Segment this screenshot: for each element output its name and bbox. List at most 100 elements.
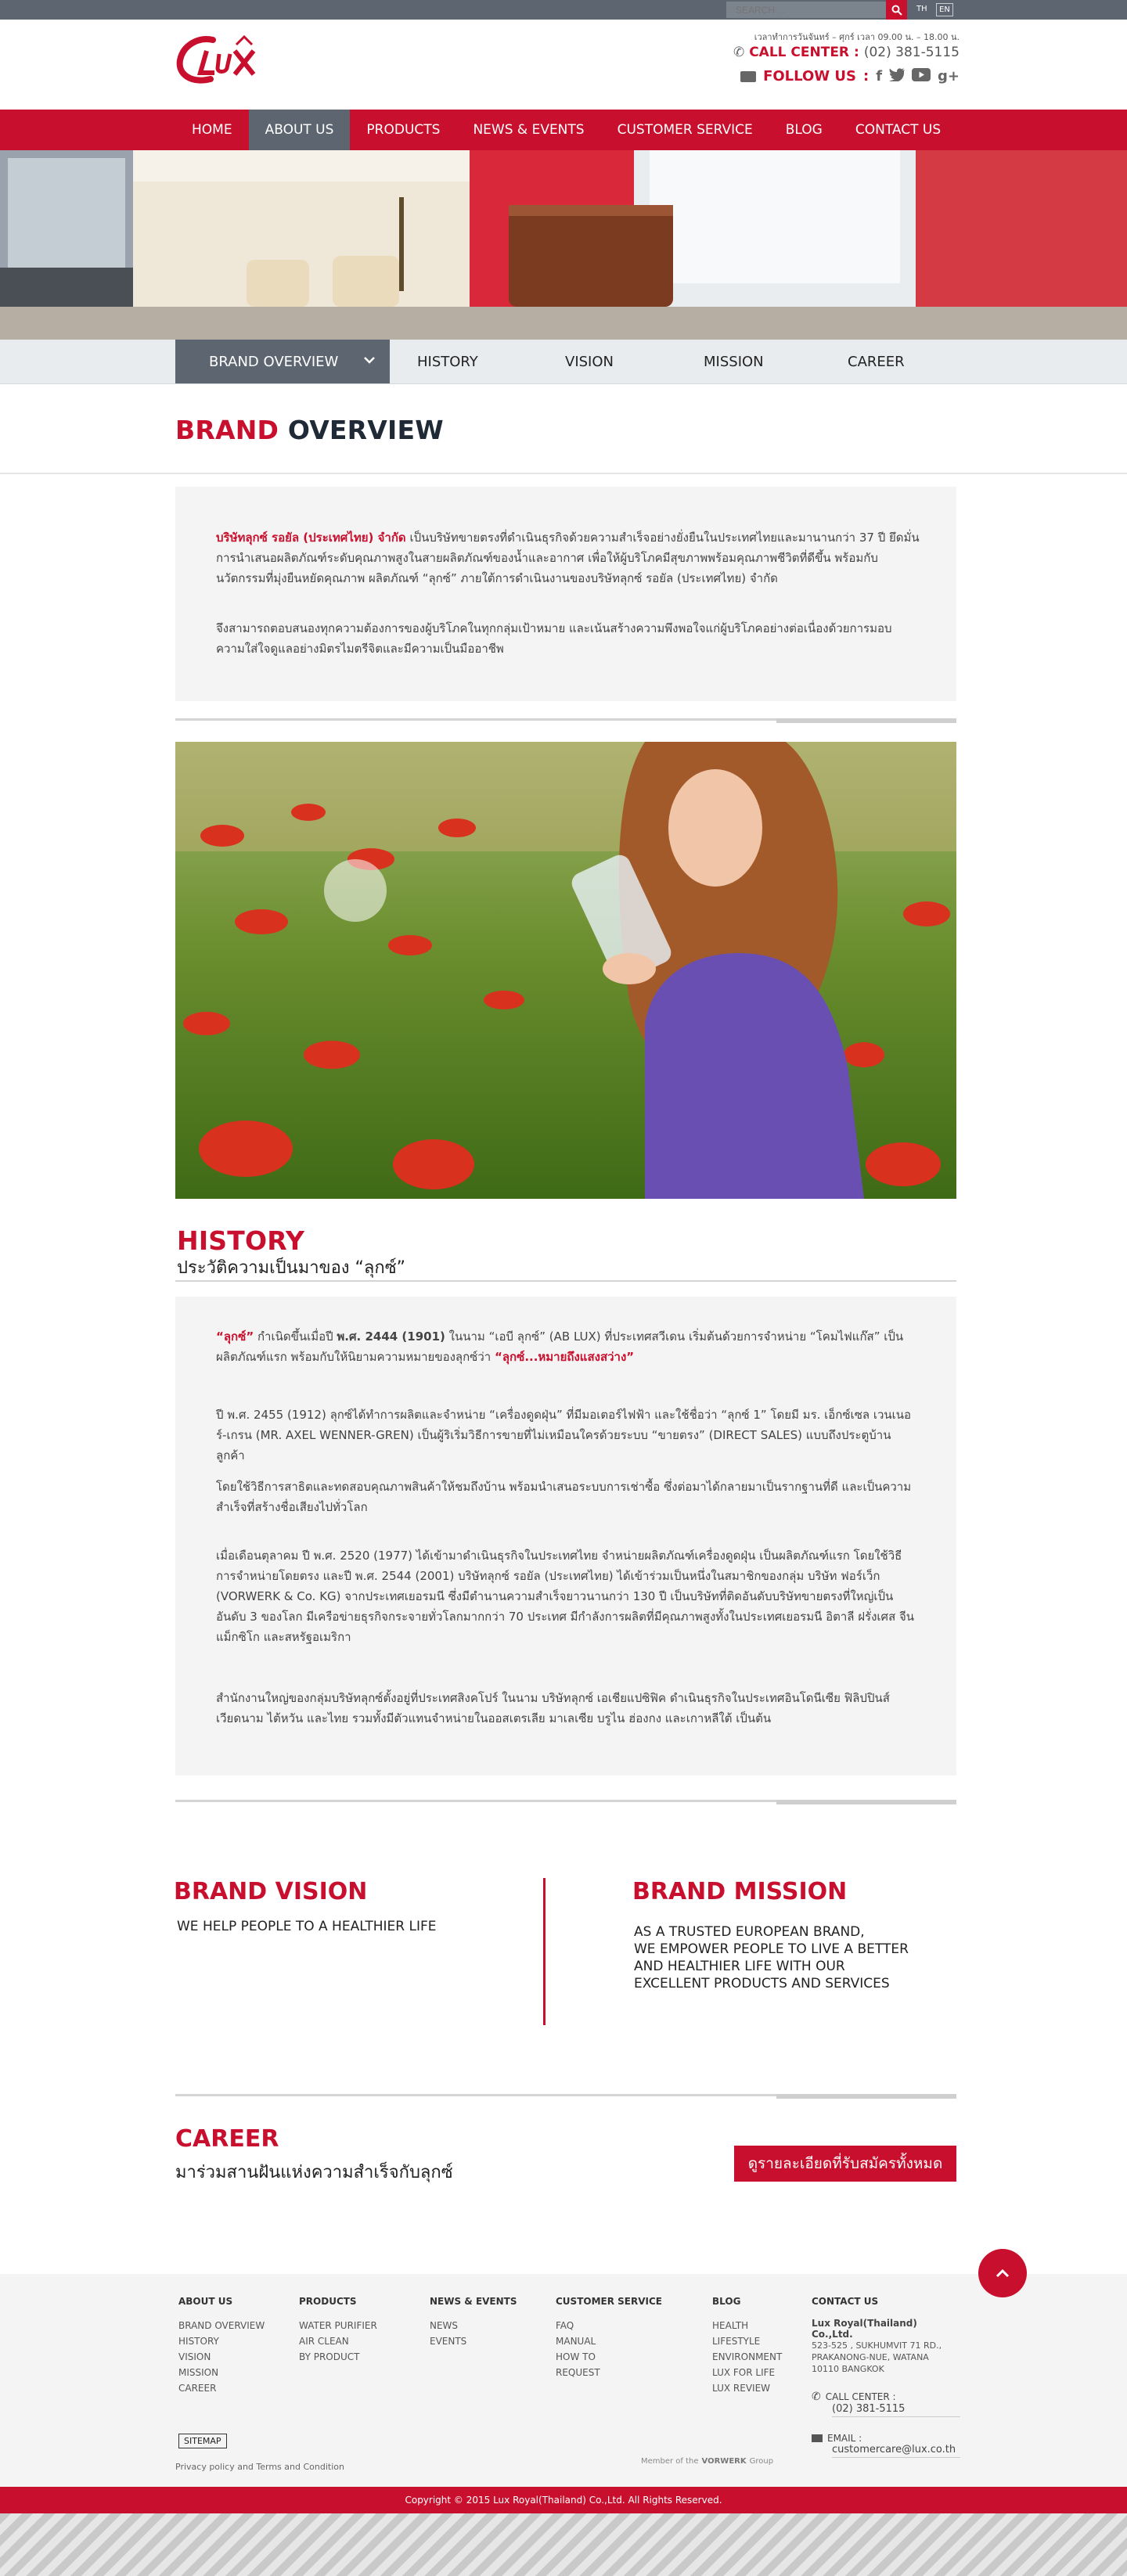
career-subtitle: มาร่วมสานฝันแห่งความสำเร็จกับลุกซ์ [175, 2163, 453, 2182]
youtube-icon[interactable] [912, 68, 931, 85]
footer-link[interactable]: LUX REVIEW [712, 2380, 782, 2396]
footer-link[interactable]: LUX FOR LIFE [712, 2365, 782, 2380]
footer-link[interactable]: MANUAL [556, 2333, 662, 2349]
subnav-mission[interactable]: MISSION [704, 340, 764, 383]
nav-about-us[interactable]: ABOUT US [248, 110, 351, 150]
subnav-brand-overview[interactable]: BRAND OVERVIEW [175, 340, 390, 383]
phone-icon: ✆ [812, 2391, 821, 2403]
footer-link[interactable]: EVENTS [430, 2333, 517, 2349]
footer-head: PRODUCTS [299, 2296, 357, 2307]
lang-th-button[interactable]: TH [914, 3, 930, 16]
overview-paragraph-2: จึงสามารถตอบสนองทุกความต้องการของผู้บริโ… [216, 621, 892, 656]
footer-link[interactable]: WATER PURIFIER [299, 2318, 377, 2333]
vision-mission-divider [543, 1878, 545, 2025]
search-icon [891, 5, 902, 16]
overview-title-dark: OVERVIEW [287, 415, 444, 445]
footer-email: EMAIL : [812, 2433, 960, 2444]
history-p1-b: กำเนิดขึ้นเมื่อปี [257, 1329, 333, 1344]
call-center: ✆ CALL CENTER : (02) 381-5115 [733, 45, 960, 60]
footer-link[interactable]: VISION [178, 2349, 265, 2365]
footer-head: NEWS & EVENTS [430, 2296, 517, 2307]
copyright-text: Copyright © 2015 Lux Royal(Thailand) Co.… [405, 2495, 722, 2506]
footer-link[interactable]: BY PRODUCT [299, 2349, 377, 2365]
vorwerk-member: Member of the VORWERK Group [641, 2457, 773, 2466]
address-line: 10110 BANGKOK [812, 2364, 884, 2374]
history-paragraph-3: โดยใช้วิธีการสาธิตและทดสอบคุณภาพสินค้าให… [216, 1480, 912, 1514]
email-icon [812, 2434, 823, 2442]
address-line: 523-525 , SUKHUMVIT 71 RD., [812, 2340, 942, 2351]
chat-icon [740, 70, 757, 82]
lux-quote: “ลุกซ์” [216, 1329, 254, 1344]
footer-link[interactable]: FAQ [556, 2318, 662, 2333]
top-bar: TH EN [0, 0, 1127, 20]
history-underline [175, 1280, 956, 1282]
subnav-history[interactable]: HISTORY [417, 340, 478, 383]
copyright-bar: Copyright © 2015 Lux Royal(Thailand) Co.… [0, 2487, 1127, 2513]
nav-customer-service[interactable]: CUSTOMER SERVICE [601, 110, 769, 150]
nav-products[interactable]: PRODUCTS [350, 110, 456, 150]
mission-line: AND HEALTHIER LIFE WITH OUR [634, 1959, 845, 1974]
footer-call-number[interactable]: (02) 381-5115 [832, 2403, 960, 2417]
chevron-up-icon [996, 2268, 1010, 2278]
sitemap-button[interactable]: SITEMAP [178, 2434, 227, 2448]
footer-contact: CONTACT US Lux Royal(Thailand) Co.,Ltd. … [812, 2296, 960, 2458]
history-p1-year: พ.ศ. 2444 (1901) [337, 1329, 445, 1344]
history-box: “ลุกซ์” กำเนิดขึ้นเมื่อปี พ.ศ. 2444 (190… [175, 1297, 956, 1775]
lang-en-button[interactable]: EN [936, 3, 953, 16]
vision-title: BRAND VISION [174, 1878, 368, 1905]
subnav-label: BRAND OVERVIEW [209, 353, 339, 370]
lux-logo[interactable] [175, 34, 269, 112]
footer-address: 523-525 , SUKHUMVIT 71 RD., PRAKANONG-NU… [812, 2340, 960, 2375]
search-button[interactable] [886, 0, 907, 20]
footer-col-news: NEWS & EVENTS NEWS EVENTS [430, 2296, 517, 2349]
nav-contact-us[interactable]: CONTACT US [839, 110, 957, 150]
nav-blog[interactable]: BLOG [769, 110, 839, 150]
hero-office-image [0, 150, 1127, 340]
history-paragraph-5: สำนักงานใหญ่ของกลุ่มบริษัทลุกซ์ตั้งอยู่ท… [216, 1691, 890, 1725]
lux-meaning: “ลุกซ์...หมายถึงแสงสว่าง” [495, 1350, 635, 1364]
footer-email-address[interactable]: customercare@lux.co.th [832, 2444, 960, 2458]
footer-link[interactable]: LIFESTYLE [712, 2333, 782, 2349]
subnav-career[interactable]: CAREER [848, 340, 905, 383]
facebook-icon[interactable]: f [876, 68, 882, 85]
footer-col-service: CUSTOMER SERVICE FAQ MANUAL HOW TO REQUE… [556, 2296, 662, 2380]
vision-text: WE HELP PEOPLE TO A HEALTHIER LIFE [177, 1919, 437, 1934]
twitter-icon[interactable] [889, 68, 906, 85]
footer-company: Lux Royal(Thailand) Co.,Ltd. [812, 2318, 917, 2340]
footer-link[interactable]: NEWS [430, 2318, 517, 2333]
history-paragraph-1: “ลุกซ์” กำเนิดขึ้นเมื่อปี พ.ศ. 2444 (190… [216, 1326, 917, 1367]
footer-head: CUSTOMER SERVICE [556, 2296, 662, 2307]
footer-head: CONTACT US [812, 2296, 879, 2307]
phone-icon: ✆ [733, 45, 745, 60]
overview-paragraph-1: บริษัทลุกซ์ รอยัล (ประเทศไทย) จำกัด เป็น… [216, 527, 920, 588]
footer-call-label: CALL CENTER : [825, 2391, 896, 2402]
footer-link[interactable]: HOW TO [556, 2349, 662, 2365]
footer-link[interactable]: REQUEST [556, 2365, 662, 2380]
footer-col-about: ABOUT US BRAND OVERVIEW HISTORY VISION M… [178, 2296, 265, 2396]
footer-link[interactable]: MISSION [178, 2365, 265, 2380]
footer-link[interactable]: ENVIRONMENT [712, 2349, 782, 2365]
company-name: บริษัทลุกซ์ รอยัล (ประเทศไทย) จำกัด [216, 531, 406, 545]
search-input[interactable] [726, 2, 886, 18]
subnav-vision[interactable]: VISION [565, 340, 614, 383]
section-divider [175, 1800, 956, 1804]
divider [0, 473, 1127, 474]
privacy-link[interactable]: Privacy policy and Terms and Condition [175, 2462, 344, 2472]
google-plus-icon[interactable]: g+ [938, 68, 960, 85]
business-hours: เวลาทำการวันจันทร์ – ศุกร์ เวลา 09.00 น.… [754, 32, 960, 42]
footer-col-blog: BLOG HEALTH LIFESTYLE ENVIRONMENT LUX FO… [712, 2296, 782, 2396]
footer-link[interactable]: HISTORY [178, 2333, 265, 2349]
about-subnav: BRAND OVERVIEW HISTORY VISION MISSION CA… [0, 340, 1127, 384]
footer-link[interactable]: AIR CLEAN [299, 2333, 377, 2349]
section-divider [175, 718, 956, 723]
footer-link[interactable]: BRAND OVERVIEW [178, 2318, 265, 2333]
career-details-button[interactable]: ดูรายละเอียดที่รับสมัครทั้งหมด [734, 2146, 956, 2182]
back-to-top-button[interactable] [978, 2249, 1027, 2297]
call-center-label: CALL CENTER [749, 45, 850, 60]
call-center-number[interactable]: (02) 381-5115 [864, 45, 960, 60]
footer-link[interactable]: CAREER [178, 2380, 265, 2396]
address-line: PRAKANONG-NUE, WATANA [812, 2352, 929, 2362]
nav-news-events[interactable]: NEWS & EVENTS [456, 110, 600, 150]
footer-link[interactable]: HEALTH [712, 2318, 782, 2333]
nav-home[interactable]: HOME [175, 110, 249, 150]
